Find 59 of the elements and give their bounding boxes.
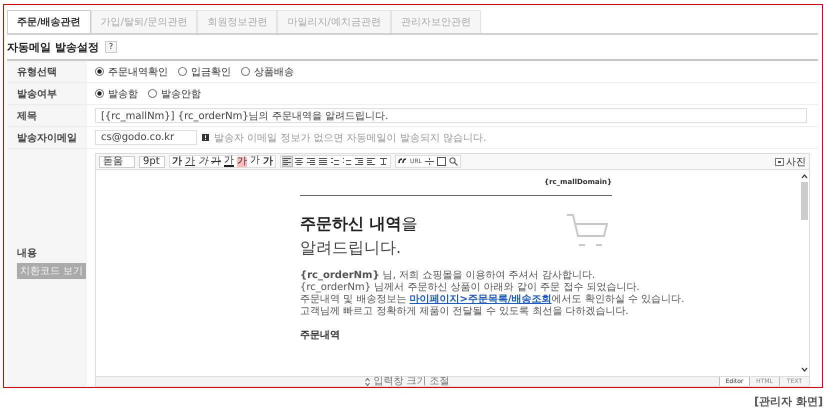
bullet-list-icon[interactable]: [343, 157, 352, 166]
resize-icon: [365, 378, 370, 386]
format-button[interactable]: 가: [211, 156, 221, 166]
table-icon[interactable]: [436, 157, 446, 166]
format-button[interactable]: 가: [224, 156, 234, 166]
field-label: 내용: [17, 247, 37, 260]
radio-button[interactable]: [148, 89, 157, 98]
email-input[interactable]: cs@godo.co.kr: [95, 130, 197, 145]
resize-bar[interactable]: 입력창 크기 조절: [96, 377, 719, 386]
font-select[interactable]: 돋움: [99, 156, 135, 168]
body-text: 주문내역 및 배송정보는 마이페이지>주문목록/배송조회에서도 확인하실 수 있습니다.: [300, 294, 686, 306]
align-left-icon[interactable]: [283, 157, 292, 166]
radio-label: 발송안함: [161, 88, 201, 100]
body-text: 고객님께 빠르고 정확하게 제품이 전달될 수 있도록 최선을 다하겠습니다.: [300, 306, 630, 318]
format-button[interactable]: 가: [172, 156, 182, 166]
note-text: 발송자 이메일 정보가 없으면 자동메일이 발송되지 않습니다.: [214, 132, 486, 144]
field-label: 유형선택: [7, 61, 87, 82]
quote-icon[interactable]: [398, 157, 407, 166]
align-justify-icon[interactable]: [319, 157, 328, 166]
format-button[interactable]: 가: [185, 156, 195, 166]
radio-button[interactable]: [95, 89, 104, 98]
field-label: 제목: [7, 105, 87, 126]
radio-button[interactable]: [178, 67, 187, 76]
subject-input[interactable]: [{rc_mallNm}] {rc_orderNm}님의 주문내역을 알려드립니다.: [95, 108, 807, 123]
radio-label: 입금확인: [191, 66, 231, 78]
format-button[interactable]: 가: [250, 156, 260, 166]
scrollbar-thumb[interactable]: [801, 182, 808, 220]
field-label: 발송여부: [7, 83, 87, 104]
horizontal-rule-icon[interactable]: [424, 157, 434, 166]
radio-button[interactable]: [241, 67, 250, 76]
format-button[interactable]: 가: [237, 156, 247, 166]
outdent-icon[interactable]: [367, 157, 376, 166]
photo-button[interactable]: 사진: [775, 154, 806, 168]
indent-icon[interactable]: [355, 157, 364, 166]
format-button[interactable]: 가: [263, 157, 273, 167]
align-right-icon[interactable]: [307, 157, 316, 166]
size-select[interactable]: 9pt: [139, 156, 165, 168]
link[interactable]: 마이페이지>주문목록/배송조회: [410, 294, 552, 305]
image-icon: [775, 158, 784, 166]
radio-label: 상품배송: [254, 66, 294, 78]
numbered-list-icon[interactable]: [331, 157, 340, 166]
caption-text: [관리자 화면]: [754, 394, 823, 409]
format-button[interactable]: 가: [198, 156, 208, 166]
radio-button[interactable]: [95, 67, 104, 76]
info-icon: [202, 134, 209, 141]
section-heading: 주문내역: [300, 329, 341, 342]
mail-heading-line: 알려드립니다.: [300, 237, 402, 259]
tab[interactable]: 주문/배송관련: [7, 10, 91, 33]
body-text: {rc_orderNm} 님께서 주문하신 상품이 아래와 같이 주문 접수 되었습니다.: [300, 282, 641, 294]
align-center-icon[interactable]: [295, 157, 304, 166]
radio-label: 주문내역확인: [108, 66, 168, 78]
mail-heading: 주문하신 내역을: [300, 213, 418, 235]
help-button[interactable]: ?: [104, 41, 118, 53]
clear-format-icon[interactable]: [379, 157, 388, 166]
radio-label: 발송함: [108, 88, 138, 100]
section-title: 자동메일 발송설정: [7, 40, 99, 54]
field-label: 발송자이메일: [7, 127, 87, 148]
search-icon[interactable]: [448, 157, 458, 166]
body-text: {rc_orderNm} 님, 저희 쇼핑몰을 이용하여 주셔서 감사합니다.: [300, 270, 596, 282]
